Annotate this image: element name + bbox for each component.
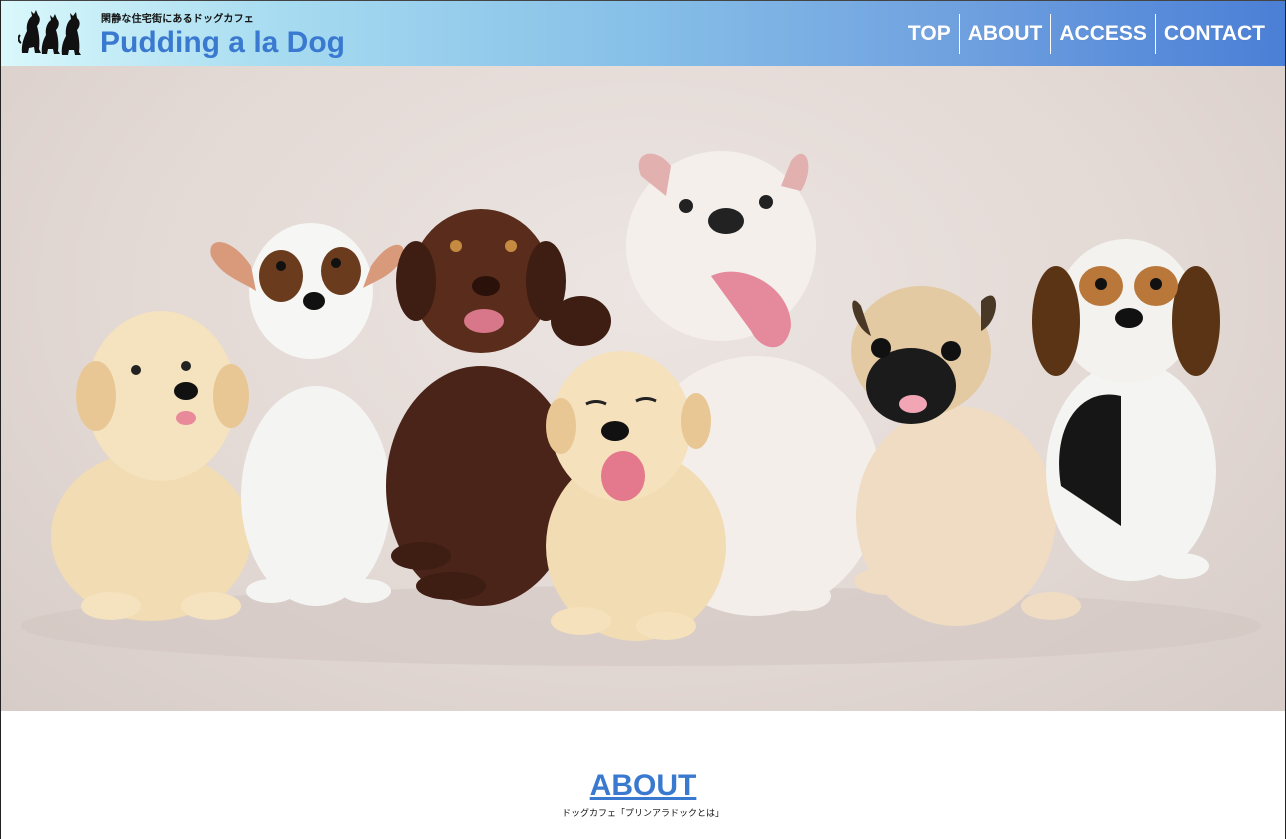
site-header: 閑静な住宅街にあるドッグカフェ Pudding a la Dog TOP ABO… xyxy=(1,0,1285,66)
main-nav: TOP ABOUT ACCESS CONTACT xyxy=(900,14,1273,54)
nav-item-top[interactable]: TOP xyxy=(900,14,959,54)
hero-image xyxy=(1,66,1285,711)
nav-item-contact[interactable]: CONTACT xyxy=(1156,14,1273,54)
golden-puppy-front xyxy=(546,351,726,641)
nav-item-about[interactable]: ABOUT xyxy=(960,14,1051,54)
about-subtitle: ドッグカフェ「プリンアラドックとは」 xyxy=(561,809,724,819)
puppies-illustration xyxy=(21,151,1261,666)
site-title[interactable]: Pudding a la Dog xyxy=(100,26,345,60)
golden-puppy-left xyxy=(51,311,251,621)
nav-item-access[interactable]: ACCESS xyxy=(1051,14,1155,54)
site-tagline: 閑静な住宅街にあるドッグカフェ xyxy=(101,14,254,25)
three-dogs-logo-icon[interactable] xyxy=(18,7,84,57)
about-heading[interactable]: ABOUT xyxy=(1,769,1285,803)
beagle-puppy xyxy=(1032,239,1220,581)
